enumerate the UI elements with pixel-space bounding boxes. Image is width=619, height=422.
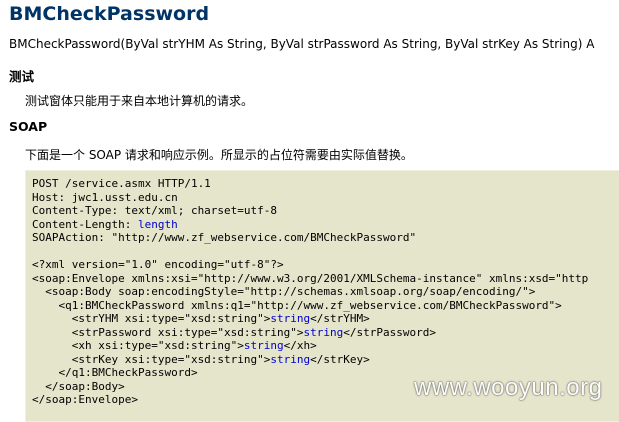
body-open-line: <soap:Body soap:encodingStyle="http://sc…: [32, 285, 536, 298]
param-line: <strYHM xsi:type="xsd:string">string</st…: [32, 312, 588, 326]
param-placeholder: string: [270, 312, 311, 325]
xml-declaration-line: <?xml version="1.0" encoding="utf-8"?>: [32, 258, 284, 271]
param-line: <strKey xsi:type="xsd:string">string</st…: [32, 353, 588, 367]
soap-heading: SOAP: [9, 119, 48, 134]
param-line: <xh xsi:type="xsd:string">string</xh>: [32, 339, 588, 353]
page-title: BMCheckPassword: [9, 3, 210, 25]
content-length-label: Content-Length:: [32, 217, 138, 231]
http-content-type-line: Content-Type: text/xml; charset=utf-8: [32, 204, 278, 217]
soap-action-line: SOAPAction: "http://www.zf_webservice.co…: [32, 231, 417, 244]
http-request-line: POST /service.asmx HTTP/1.1: [32, 177, 211, 190]
http-host-line: Host: jwc1.usst.edu.cn: [32, 190, 178, 204]
param-close-tag: </strYHM>: [310, 312, 370, 325]
method-open-line: <q1:BMCheckPassword xmlns:q1="http://www…: [32, 298, 562, 312]
test-description: 测试窗体只能用于来自本地计算机的请求。: [25, 94, 254, 108]
param-close-tag: </strPassword>: [343, 325, 436, 339]
envelope-open-line: <soap:Envelope xmlns:xsi="http://www.w3.…: [32, 271, 589, 285]
param-placeholder: string: [303, 325, 344, 339]
param-close-tag: </strKey>: [310, 352, 370, 366]
http-content-length-line: Content-Length: length: [32, 218, 588, 232]
param-placeholder: string: [270, 352, 311, 366]
param-open-tag: <strYHM xsi:type="xsd:string">: [32, 312, 271, 325]
method-signature: BMCheckPassword(ByVal strYHM As String, …: [9, 37, 595, 51]
param-open-tag: <strKey xsi:type="xsd:string">: [32, 352, 271, 366]
content-length-placeholder: length: [137, 217, 178, 231]
soap-request-code: POST /service.asmx HTTP/1.1 Host: jwc1.us…: [32, 177, 588, 407]
test-heading: 测试: [9, 69, 35, 84]
param-line: <strPassword xsi:type="xsd:string">strin…: [32, 326, 588, 340]
param-open-tag: <xh xsi:type="xsd:string">: [32, 339, 244, 352]
param-open-tag: <strPassword xsi:type="xsd:string">: [32, 325, 304, 339]
soap-description: 下面是一个 SOAP 请求和响应示例。所显示的占位符需要由实际值替换。: [25, 148, 413, 162]
param-close-tag: </xh>: [283, 339, 317, 352]
param-placeholder: string: [243, 339, 284, 352]
watermark: www.wooyun.org: [414, 374, 603, 401]
